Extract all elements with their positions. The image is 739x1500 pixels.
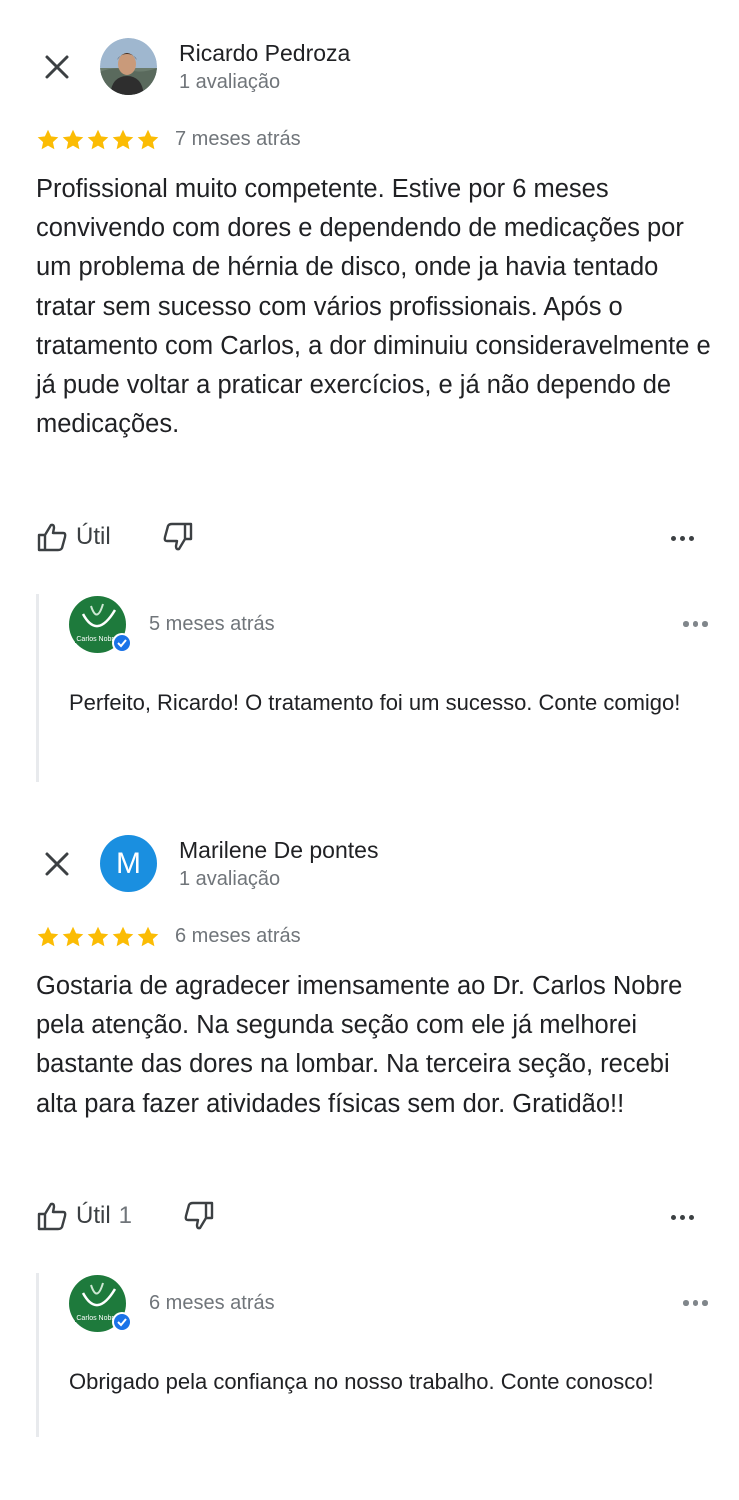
review-count: 1 avaliação [179,868,281,890]
owner-reply: Carlos Nobre 5 meses atrás Perfeito, Ric… [36,594,719,782]
helpful-label: Útil [76,523,111,550]
more-horiz-icon[interactable] [683,621,708,627]
close-icon[interactable] [40,50,74,84]
thumbs-down-icon [184,1201,214,1230]
reply-text: Obrigado pela confiança no nosso trabalh… [69,1369,654,1394]
star-icon [62,926,84,947]
more-horiz-icon[interactable] [683,1300,708,1306]
owner-reply: Carlos Nobre 6 meses atrás Obrigado pela… [36,1273,719,1437]
not-helpful-button[interactable] [183,1201,215,1231]
star-icon [62,129,84,150]
reply-date: 5 meses atrás [149,613,275,635]
reply-date: 6 meses atrás [149,1292,275,1314]
thumbs-up-icon [37,523,67,552]
not-helpful-button[interactable] [162,522,194,552]
star-icon [87,129,109,150]
helpful-label: Útil [76,1202,111,1229]
star-icon [87,926,109,947]
star-icon [37,129,59,150]
reviewer-name[interactable]: Marilene De pontes [179,837,378,864]
avatar[interactable] [100,38,157,95]
review-text: Profissional muito competente. Estive po… [36,175,711,439]
star-icon [112,129,134,150]
helpful-button[interactable]: Útil [36,522,119,552]
owner-logo-text: Carlos Nobre [76,1315,117,1322]
verified-check-icon [114,1314,130,1330]
owner-logo: Carlos Nobre [69,1275,132,1332]
review-count: 1 avaliação [179,71,281,93]
thumbs-up-icon [37,1202,67,1231]
owner-logo: Carlos Nobre [69,596,132,653]
avatar-initial: M [116,846,141,880]
star-icon [37,926,59,947]
helpful-button[interactable]: Útil 1 [36,1201,132,1231]
owner-logo-text: Carlos Nobre [76,636,117,643]
star-icon [112,926,134,947]
reviewer-name[interactable]: Ricardo Pedroza [179,40,350,67]
star-icon [137,129,159,150]
helpful-count: 1 [118,1202,133,1229]
verified-check-icon [114,635,130,651]
star-icon [137,926,159,947]
more-horiz-icon[interactable] [671,536,694,541]
avatar[interactable]: M [100,835,157,892]
close-icon[interactable] [40,847,74,881]
review-date: 6 meses atrás [175,925,301,947]
review-text: Gostaria de agradecer imensamente ao Dr.… [36,972,683,1118]
thumbs-down-icon [163,522,193,551]
more-horiz-icon[interactable] [671,1215,694,1220]
review-date: 7 meses atrás [175,128,301,150]
reply-text: Perfeito, Ricardo! O tratamento foi um s… [69,690,681,715]
star-rating [36,925,160,949]
star-rating [36,128,160,152]
